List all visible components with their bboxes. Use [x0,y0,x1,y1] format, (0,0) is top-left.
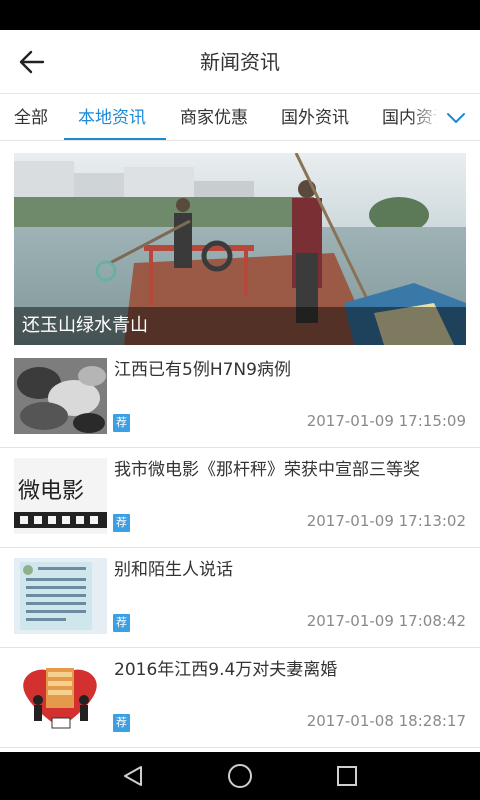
news-title: 2016年江西9.4万对夫妻离婚 [114,660,338,680]
tabs-expand-button[interactable] [436,95,476,140]
triangle-back-icon [124,766,142,786]
app-header: 新闻资讯 [0,30,480,94]
nav-recents-button[interactable] [317,752,377,800]
feature-banner[interactable]: 还玉山绿水青山 [14,153,466,345]
thumbnail-caption: 微电影 [18,479,84,504]
back-button[interactable] [14,44,50,80]
chevron-down-icon [447,113,465,123]
news-timestamp: 2017-01-08 18:28:17 [306,712,466,730]
tab-merchant-deals[interactable]: 商家优惠 [180,95,248,140]
news-title: 江西已有5例H7N9病例 [114,360,291,380]
news-thumbnail: 微电影 [14,458,107,534]
recommend-badge: 荐 [113,414,130,432]
news-timestamp: 2017-01-09 17:08:42 [306,612,466,630]
recommend-badge: 荐 [113,514,130,532]
news-thumbnail [14,358,107,434]
square-recents-icon [337,766,357,786]
tab-local-news[interactable]: 本地资讯 [78,95,146,140]
page-title: 新闻资讯 [200,50,280,74]
news-thumbnail [14,558,107,634]
news-item[interactable]: 2016年江西9.4万对夫妻离婚 荐 2017-01-08 18:28:17 [0,648,480,748]
news-thumbnail-image [14,558,107,634]
recommend-badge: 荐 [113,614,130,632]
news-thumbnail-image [14,358,107,434]
system-nav-bar [0,752,480,800]
news-timestamp: 2017-01-09 17:13:02 [306,512,466,530]
feature-caption: 还玉山绿水青山 [14,307,466,345]
news-timestamp: 2017-01-09 17:15:09 [306,412,466,430]
circle-home-icon [228,764,252,788]
tab-all[interactable]: 全部 [14,95,48,140]
status-bar [0,0,480,30]
news-list: 江西已有5例H7N9病例 荐 2017-01-09 17:15:09 微电影 我… [0,348,480,748]
news-title: 别和陌生人说话 [114,560,233,580]
news-item[interactable]: 别和陌生人说话 荐 2017-01-09 17:08:42 [0,548,480,648]
nav-home-button[interactable] [210,752,270,800]
tabs-track: 全部 本地资讯 商家优惠 国外资讯 国内资讯 [0,95,440,140]
news-thumbnail-image: 微电影 [14,458,107,534]
nav-back-button[interactable] [103,752,163,800]
news-title: 我市微电影《那杆秤》荣获中宣部三等奖 [114,460,420,480]
tab-foreign-news[interactable]: 国外资讯 [281,95,349,140]
news-thumbnail-image [14,658,107,734]
active-tab-indicator [64,138,166,140]
news-item[interactable]: 江西已有5例H7N9病例 荐 2017-01-09 17:15:09 [0,348,480,448]
category-tabs: 全部 本地资讯 商家优惠 国外资讯 国内资讯 [0,95,480,141]
news-thumbnail [14,658,107,734]
recommend-badge: 荐 [113,714,130,732]
news-item[interactable]: 微电影 我市微电影《那杆秤》荣获中宣部三等奖 荐 2017-01-09 17:1… [0,448,480,548]
arrow-left-icon [19,50,45,74]
